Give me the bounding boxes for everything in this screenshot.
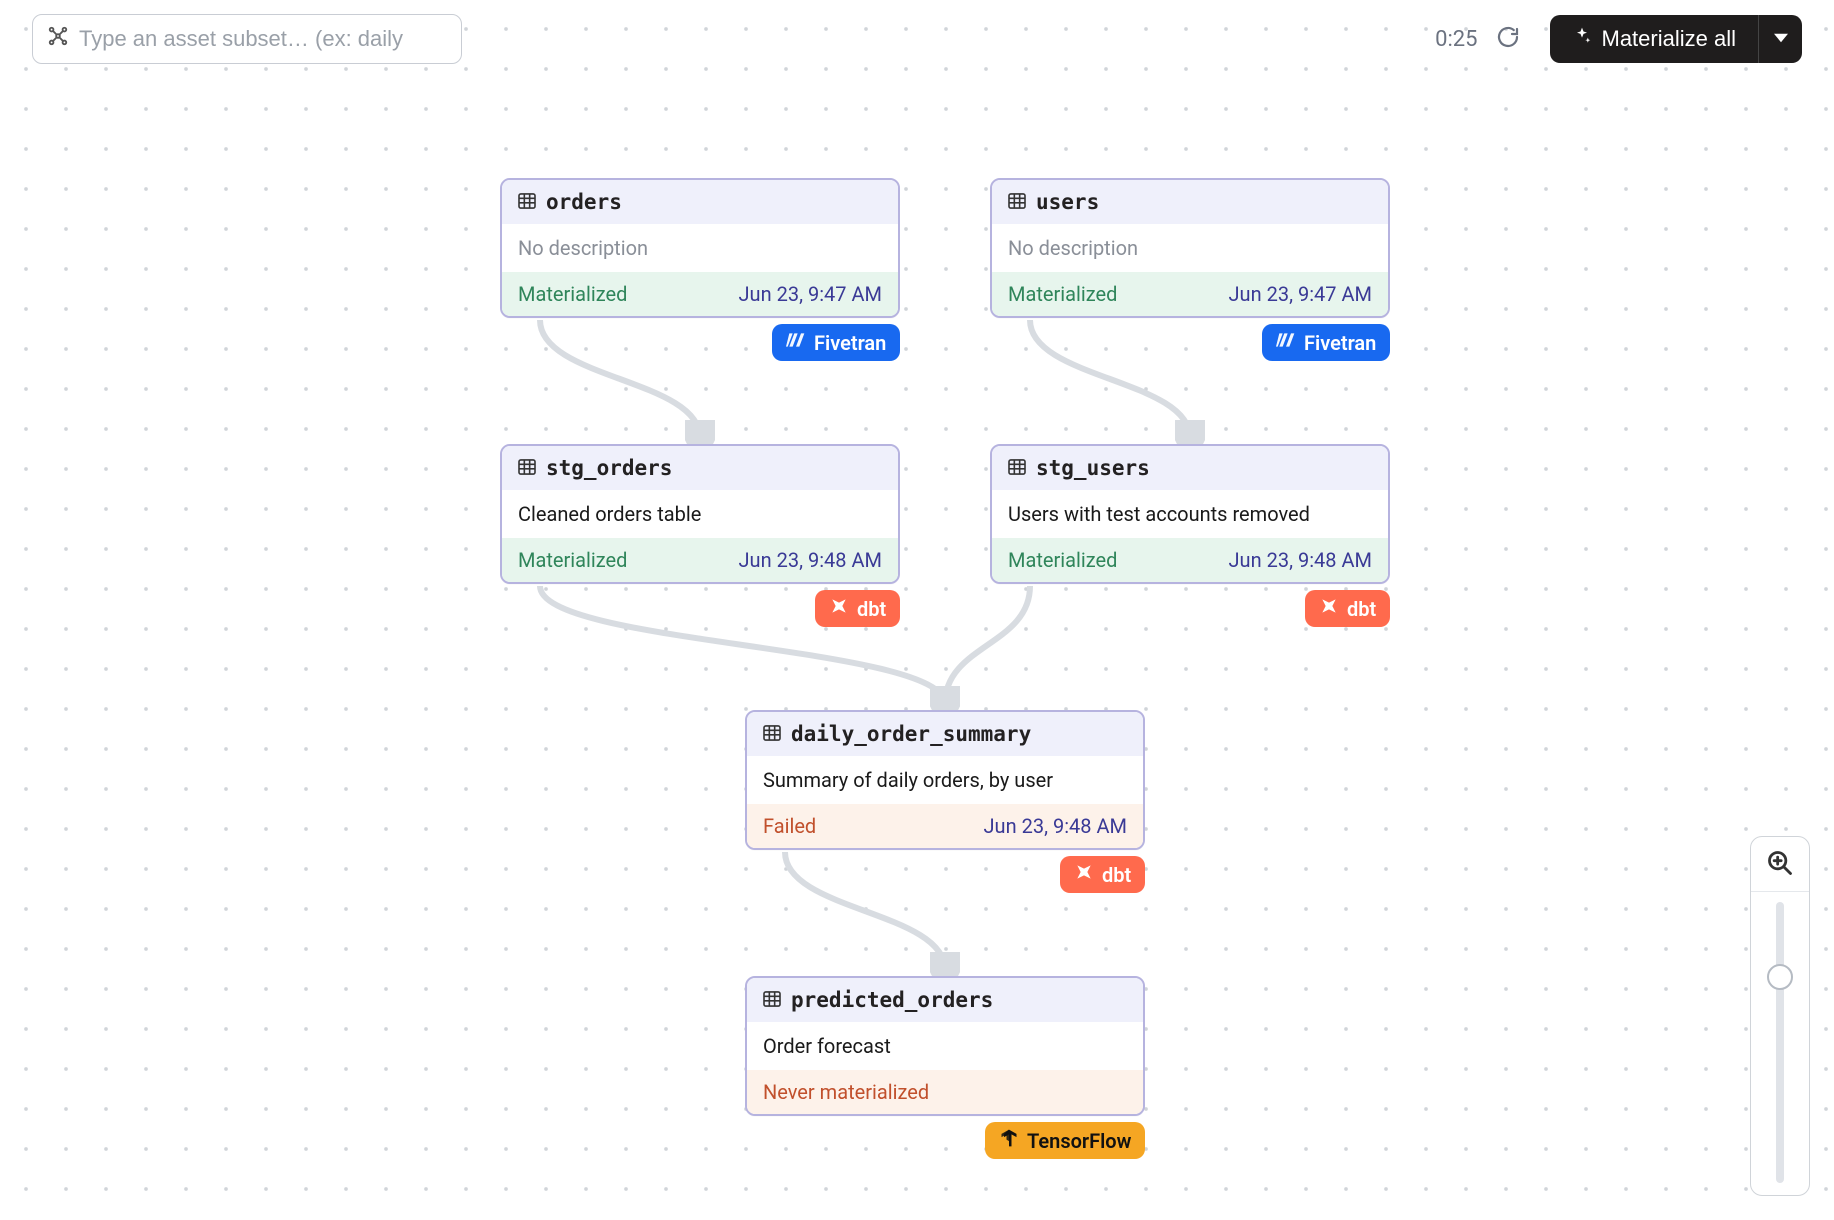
asset-status-time: Jun 23, 9:47 AM xyxy=(739,282,882,306)
asset-status-row: Failed Jun 23, 9:48 AM xyxy=(747,804,1143,848)
asset-status-row: Materialized Jun 23, 9:48 AM xyxy=(502,538,898,582)
asset-node-users[interactable]: users No description Materialized Jun 23, 9… xyxy=(990,178,1390,318)
asset-description: Cleaned orders table xyxy=(502,490,898,538)
asset-status-time: Jun 23, 9:48 AM xyxy=(1229,548,1372,572)
fivetran-badge[interactable]: Fivetran xyxy=(772,324,900,361)
materialize-group: Materialize all xyxy=(1550,15,1803,63)
materialize-all-label: Materialize all xyxy=(1602,26,1737,52)
asset-status-time: Jun 23, 9:48 AM xyxy=(739,548,882,572)
dbt-badge[interactable]: dbt xyxy=(815,590,900,627)
asset-node-header: daily_order_summary xyxy=(747,712,1143,756)
asset-status-label: Materialized xyxy=(518,548,627,572)
asset-status-time: Jun 23, 9:47 AM xyxy=(1229,282,1372,306)
materialize-dropdown-button[interactable] xyxy=(1758,15,1802,63)
asset-status-row: Never materialized xyxy=(747,1070,1143,1114)
asset-node-header: orders xyxy=(502,180,898,224)
zoom-control xyxy=(1750,836,1810,1196)
table-icon xyxy=(1008,456,1026,480)
asset-status-time: Jun 23, 9:48 AM xyxy=(984,814,1127,838)
fivetran-badge[interactable]: Fivetran xyxy=(1262,324,1390,361)
badge-label: dbt xyxy=(1347,597,1376,621)
asset-node-stg_orders[interactable]: stg_ordersCleaned orders tableMaterializ… xyxy=(500,444,900,584)
dbt-badge[interactable]: dbt xyxy=(1305,590,1390,627)
zoom-in-icon[interactable] xyxy=(1766,849,1794,881)
asset-node-header: predicted_orders xyxy=(747,978,1143,1022)
asset-name: stg_orders xyxy=(546,456,672,480)
asset-status-row: Materialized Jun 23, 9:48 AM xyxy=(992,538,1388,582)
badge-label: dbt xyxy=(857,597,886,621)
asset-status-label: Failed xyxy=(763,814,816,838)
graph-canvas[interactable]: orders No description Materialized Jun 23, … xyxy=(0,0,1834,1220)
asset-status-label: Materialized xyxy=(1008,548,1117,572)
tensorflow-icon xyxy=(999,1128,1019,1153)
table-icon xyxy=(518,190,536,214)
fivetran-icon xyxy=(1276,330,1296,355)
asset-name: users xyxy=(1036,190,1099,214)
asset-description: No description xyxy=(502,224,898,272)
table-icon xyxy=(763,722,781,746)
asset-description: Summary of daily orders, by user xyxy=(747,756,1143,804)
graph-icon xyxy=(47,25,69,53)
sparkle-icon xyxy=(1572,26,1592,52)
badge-label: TensorFlow xyxy=(1027,1129,1131,1153)
dbt-icon xyxy=(829,596,849,621)
asset-status-row: Materialized Jun 23, 9:47 AM xyxy=(992,272,1388,316)
tensorflow-badge[interactable]: TensorFlow xyxy=(985,1122,1145,1159)
caret-down-icon xyxy=(1774,31,1788,48)
asset-status-label: Materialized xyxy=(1008,282,1117,306)
asset-description: No description xyxy=(992,224,1388,272)
badge-label: Fivetran xyxy=(814,331,886,355)
asset-name: predicted_orders xyxy=(791,988,993,1012)
asset-search-input[interactable] xyxy=(77,25,447,53)
asset-description: Order forecast xyxy=(747,1022,1143,1070)
fivetran-icon xyxy=(786,330,806,355)
dbt-icon xyxy=(1074,862,1094,887)
asset-node-daily_order_summary[interactable]: daily_order_summary Summary of daily orde… xyxy=(745,710,1145,850)
asset-status-label: Materialized xyxy=(518,282,627,306)
asset-node-header: stg_orders xyxy=(502,446,898,490)
dbt-badge[interactable]: dbt xyxy=(1060,856,1145,893)
badge-label: dbt xyxy=(1102,863,1131,887)
materialize-all-button[interactable]: Materialize all xyxy=(1550,15,1759,63)
dbt-icon xyxy=(1319,596,1339,621)
zoom-slider-thumb[interactable] xyxy=(1767,964,1793,990)
table-icon xyxy=(763,988,781,1012)
asset-name: daily_order_summary xyxy=(791,722,1031,746)
refresh-icon[interactable] xyxy=(1496,25,1520,53)
asset-node-header: stg_users xyxy=(992,446,1388,490)
table-icon xyxy=(1008,190,1026,214)
asset-name: orders xyxy=(546,190,622,214)
asset-node-predicted_orders[interactable]: predicted_orders Order forecast Never mate… xyxy=(745,976,1145,1116)
asset-node-stg_users[interactable]: stg_users Users with test accounts remove… xyxy=(990,444,1390,584)
toolbar: 0:25 Materialize all xyxy=(0,14,1834,64)
asset-node-header: users xyxy=(992,180,1388,224)
badge-label: Fivetran xyxy=(1304,331,1376,355)
asset-status-row: Materialized Jun 23, 9:47 AM xyxy=(502,272,898,316)
zoom-slider[interactable] xyxy=(1776,902,1784,1183)
refresh-timer: 0:25 xyxy=(1435,27,1477,52)
asset-status-label: Never materialized xyxy=(763,1080,929,1104)
asset-search[interactable] xyxy=(32,14,462,64)
asset-description: Users with test accounts removed xyxy=(992,490,1388,538)
table-icon xyxy=(518,456,536,480)
asset-node-orders[interactable]: orders No description Materialized Jun 23, … xyxy=(500,178,900,318)
asset-name: stg_users xyxy=(1036,456,1150,480)
